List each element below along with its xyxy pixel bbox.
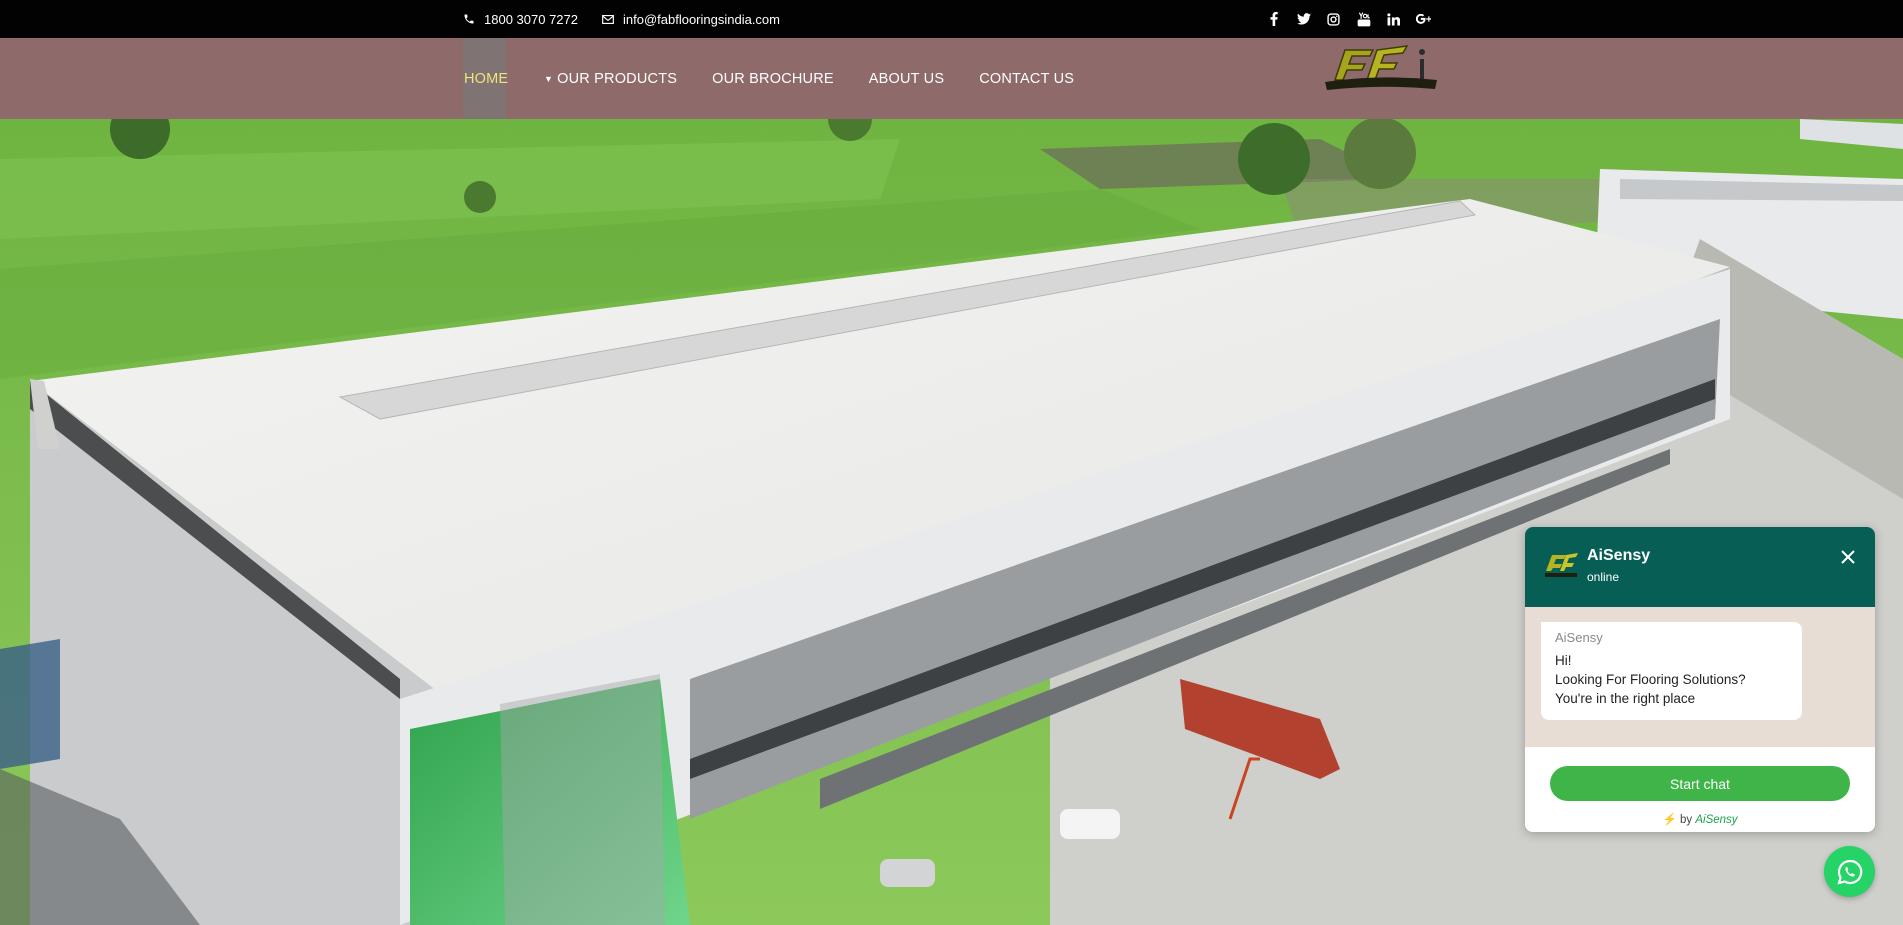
site-logo[interactable] (1321, 42, 1441, 110)
lightning-icon: ⚡ (1662, 814, 1677, 826)
start-chat-button[interactable]: Start chat (1550, 766, 1850, 801)
nav-item-label: ABOUT US (868, 70, 945, 87)
youtube-icon[interactable] (1356, 11, 1371, 27)
main-navigation: HOME ▼ OUR PRODUCTS OUR BROCHURE ABOUT U… (0, 38, 1903, 119)
chat-widget: AiSensy online AiSensy Hi! Looking For F… (1525, 527, 1875, 832)
message-sender: AiSensy (1555, 630, 1603, 645)
linkedin-icon[interactable] (1386, 12, 1401, 27)
twitter-icon[interactable] (1296, 12, 1311, 27)
top-bar: 1800 3070 7272 info@fabflooringsindia.co… (0, 0, 1903, 38)
message-line: You're in the right place (1555, 691, 1696, 706)
nav-item-label: OUR BROCHURE (712, 70, 834, 87)
caret-down-icon: ▼ (544, 73, 554, 84)
nav-item-label: CONTACT US (979, 70, 1075, 87)
phone-icon (463, 13, 475, 25)
social-links (1266, 0, 1446, 38)
chat-title: AiSensy (1587, 547, 1651, 564)
chat-header: AiSensy online (1525, 527, 1875, 607)
chat-body: AiSensy Hi! Looking For Flooring Solutio… (1525, 607, 1875, 747)
message-line: Looking For Flooring Solutions? (1555, 672, 1746, 687)
powered-by-prefix: by (1679, 814, 1693, 826)
chat-footer: Start chat ⚡ by AiSensy (1525, 747, 1875, 832)
contact-info: 1800 3070 7272 info@fabflooringsindia.co… (463, 0, 804, 38)
google-plus-icon[interactable] (1416, 12, 1431, 27)
nav-item-label: HOME (464, 70, 509, 87)
whatsapp-button[interactable] (1824, 846, 1875, 897)
phone-link[interactable]: 1800 3070 7272 (463, 12, 578, 27)
nav-item-label: OUR PRODUCTS (557, 70, 678, 87)
powered-by-brand[interactable]: AiSensy (1695, 814, 1737, 826)
message-line: Hi! (1555, 653, 1572, 668)
whatsapp-icon (1836, 859, 1862, 885)
instagram-icon[interactable] (1326, 12, 1341, 27)
phone-number: 1800 3070 7272 (484, 11, 578, 27)
powered-by: ⚡ by AiSensy (1525, 812, 1875, 826)
email-address: info@fabflooringsindia.com (622, 11, 780, 27)
chat-message-bubble: AiSensy Hi! Looking For Flooring Solutio… (1541, 622, 1802, 720)
nav-item-contact-us[interactable]: CONTACT US (979, 38, 1074, 119)
close-icon[interactable] (1839, 548, 1857, 566)
nav-item-our-products[interactable]: ▼ OUR PRODUCTS (544, 38, 677, 119)
chat-status: online (1587, 570, 1620, 584)
facebook-icon[interactable] (1266, 12, 1281, 27)
chat-avatar (1542, 547, 1580, 585)
nav-menu: HOME ▼ OUR PRODUCTS OUR BROCHURE ABOUT U… (463, 38, 1109, 119)
nav-item-our-brochure[interactable]: OUR BROCHURE (712, 38, 834, 119)
email-link[interactable]: info@fabflooringsindia.com (602, 12, 780, 27)
envelope-icon (602, 13, 614, 25)
nav-item-about-us[interactable]: ABOUT US (869, 38, 944, 119)
nav-item-home[interactable]: HOME (463, 38, 509, 119)
